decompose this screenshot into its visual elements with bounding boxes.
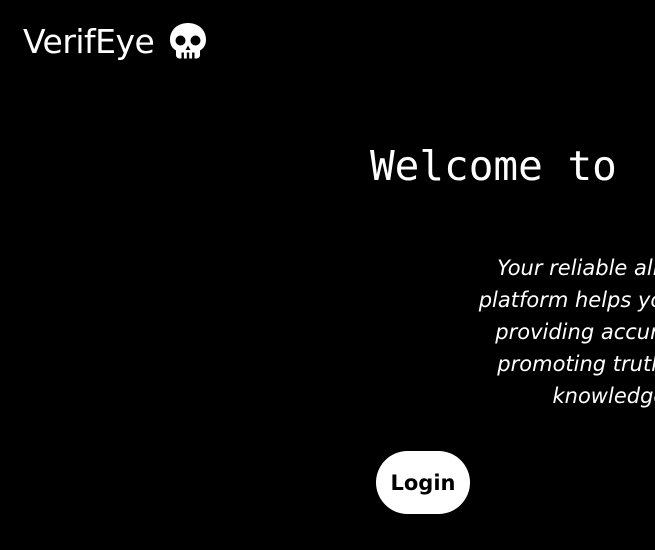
- hero-description-line: knowledgeable c: [552, 384, 655, 408]
- hero-description: Your reliable ally in the figh platform …: [336, 252, 655, 412]
- hero-title: Welcome to: [370, 142, 617, 190]
- hero-description-line: platform helps you navigate th: [478, 288, 655, 312]
- hero-description-line: providing accurate and trus: [495, 320, 655, 344]
- hero-section: Welcome to Your reliable ally in the fig…: [0, 0, 655, 550]
- hero-description-line: Your reliable ally in the figh: [497, 256, 655, 280]
- page: VerifEye Welcome to Your reliable ally i…: [0, 0, 655, 550]
- login-button[interactable]: Login: [376, 451, 470, 514]
- hero-description-line: promoting truth and transp: [497, 352, 655, 376]
